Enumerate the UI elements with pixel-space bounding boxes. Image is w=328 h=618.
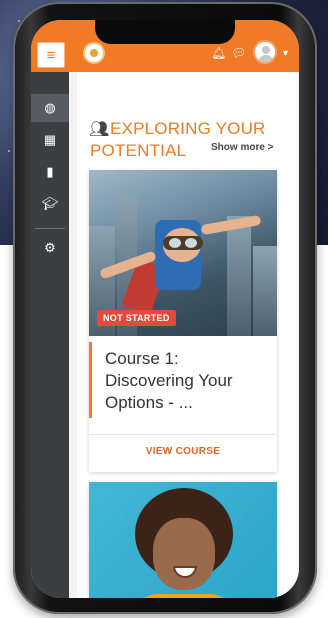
- calendar-icon[interactable]: ▦: [31, 126, 69, 154]
- bell-icon[interactable]: 🔔︎: [211, 46, 226, 60]
- phone-screen: ≡ 🔔︎ 💬︎ ▼ ◍ ▦ ▮ 🎓︎ ⚙ 👥︎ EXPLORING YOUR P…: [31, 20, 299, 598]
- accent-bar: [89, 342, 92, 418]
- view-course-button[interactable]: VIEW COURSE: [89, 446, 277, 457]
- course-card[interactable]: [89, 482, 277, 598]
- course-title[interactable]: Course 1: Discovering Your Options - ...: [105, 348, 265, 414]
- phone-notch: [95, 20, 235, 44]
- chat-icon[interactable]: 💬︎: [231, 46, 246, 60]
- main-content: 👥︎ EXPLORING YOUR POTENTIAL Show more >: [69, 72, 299, 598]
- content-panel: 👥︎ EXPLORING YOUR POTENTIAL Show more >: [77, 72, 297, 598]
- phone-frame: ≡ 🔔︎ 💬︎ ▼ ◍ ▦ ▮ 🎓︎ ⚙ 👥︎ EXPLORING YOUR P…: [13, 2, 317, 614]
- graduation-cap-icon[interactable]: 🎓︎: [31, 190, 69, 218]
- dashboard-icon[interactable]: ◍: [31, 94, 69, 122]
- sidebar: ◍ ▦ ▮ 🎓︎ ⚙: [31, 72, 69, 598]
- course-image: NOT STARTED: [89, 170, 277, 336]
- cogs-icon[interactable]: ⚙: [31, 234, 69, 262]
- hamburger-icon[interactable]: ≡: [37, 42, 65, 68]
- card-divider: [89, 434, 277, 435]
- chevron-down-icon[interactable]: ▼: [281, 48, 290, 58]
- section-title: EXPLORING YOUR POTENTIAL: [90, 119, 266, 160]
- site-logo[interactable]: [83, 42, 105, 64]
- show-more-link[interactable]: Show more >: [211, 142, 274, 153]
- course-card[interactable]: NOT STARTED Course 1: Discovering Your O…: [89, 170, 277, 472]
- file-icon[interactable]: ▮: [31, 158, 69, 186]
- user-avatar[interactable]: [253, 40, 277, 64]
- sidebar-divider: [35, 228, 65, 229]
- course-image: [89, 482, 277, 598]
- status-badge: NOT STARTED: [97, 310, 176, 326]
